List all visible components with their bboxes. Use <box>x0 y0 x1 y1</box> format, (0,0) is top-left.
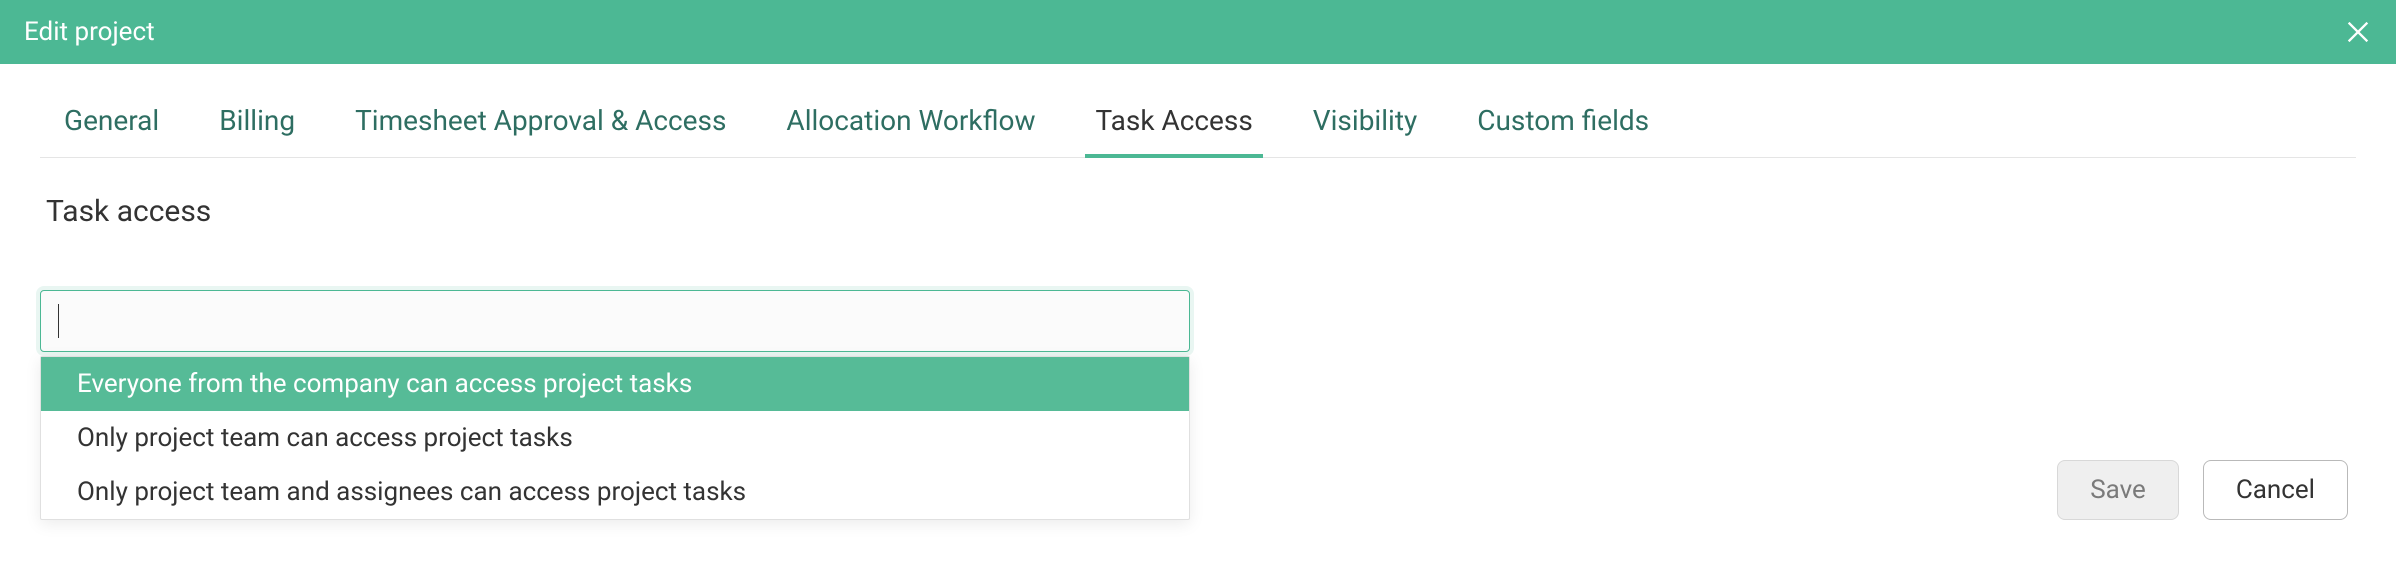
save-button[interactable]: Save <box>2057 460 2179 520</box>
tab-general[interactable]: General <box>64 104 159 157</box>
select-option[interactable]: Everyone from the company can access pro… <box>41 357 1189 411</box>
task-access-select: Everyone from the company can access pro… <box>40 290 1190 352</box>
cancel-button[interactable]: Cancel <box>2203 460 2348 520</box>
select-option[interactable]: Only project team can access project tas… <box>41 411 1189 465</box>
select-option[interactable]: Only project team and assignees can acce… <box>41 465 1189 519</box>
task-access-input[interactable] <box>40 290 1190 352</box>
tab-custom-fields[interactable]: Custom fields <box>1477 104 1649 157</box>
dialog-footer: Save Cancel <box>2057 460 2348 520</box>
tab-allocation-workflow[interactable]: Allocation Workflow <box>786 104 1035 157</box>
tab-billing[interactable]: Billing <box>219 104 295 157</box>
section-title: Task access <box>46 194 2356 229</box>
tab-timesheet-approval[interactable]: Timesheet Approval & Access <box>355 104 726 157</box>
tabs: General Billing Timesheet Approval & Acc… <box>40 104 2356 158</box>
tab-visibility[interactable]: Visibility <box>1313 104 1417 157</box>
tab-task-access[interactable]: Task Access <box>1095 104 1252 157</box>
dialog-header: Edit project <box>0 0 2396 64</box>
dialog-title: Edit project <box>24 17 155 47</box>
task-access-dropdown: Everyone from the company can access pro… <box>40 356 1190 520</box>
text-caret <box>58 304 59 338</box>
close-icon[interactable] <box>2344 18 2372 46</box>
dialog-content: General Billing Timesheet Approval & Acc… <box>0 64 2396 229</box>
